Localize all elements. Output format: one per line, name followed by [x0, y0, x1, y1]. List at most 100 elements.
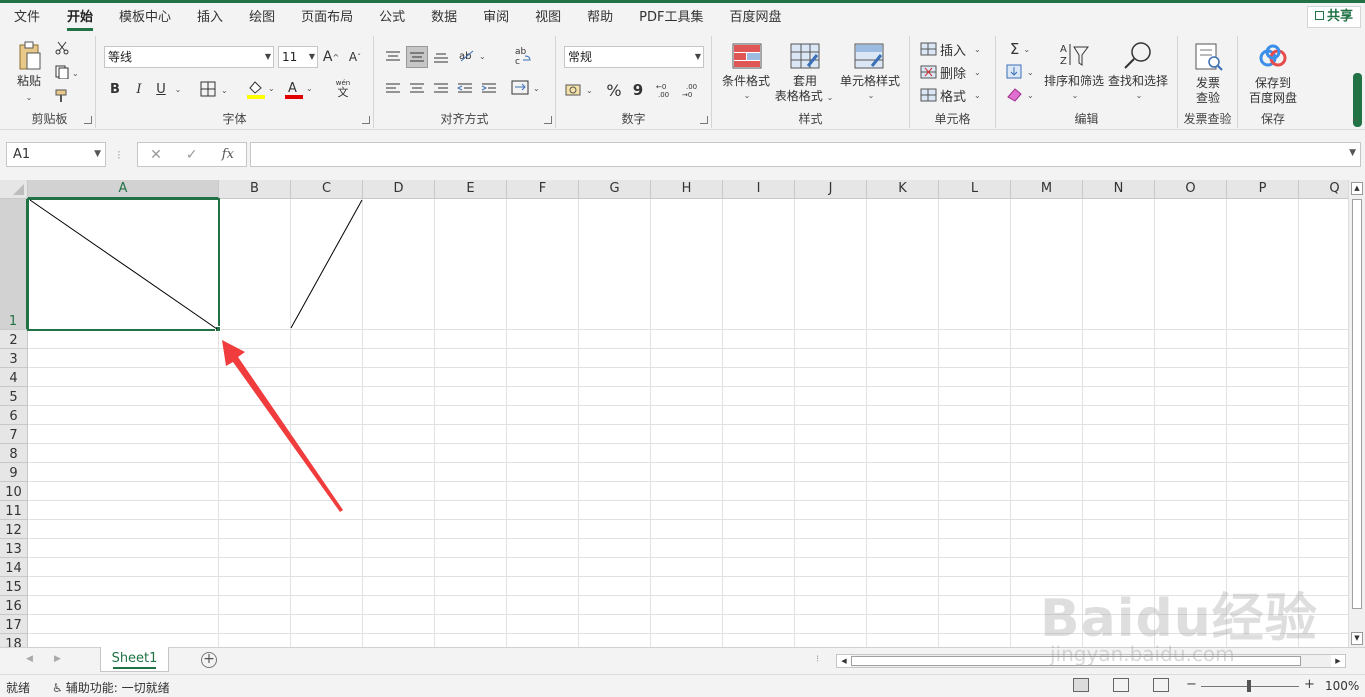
- alignment-launcher[interactable]: [544, 116, 552, 124]
- scroll-left-icon[interactable]: ◀: [837, 655, 851, 667]
- cut-icon[interactable]: [54, 40, 70, 56]
- table-format-label-1[interactable]: 套用: [778, 74, 832, 89]
- middle-align-icon[interactable]: [406, 46, 428, 68]
- fill-icon[interactable]: ⌄: [1006, 63, 1036, 81]
- font-name-combo[interactable]: 等线 ▼: [104, 46, 274, 68]
- save-to-baidu-label-1[interactable]: 保存到: [1238, 76, 1308, 91]
- ribbon-tab[interactable]: 插入: [184, 3, 236, 33]
- invoice-label-1[interactable]: 发票: [1178, 76, 1238, 91]
- ribbon-tab[interactable]: PDF工具集: [626, 3, 716, 33]
- name-box[interactable]: A1 ▼: [6, 142, 106, 167]
- underline-dropdown[interactable]: ⌄: [174, 82, 182, 96]
- percent-button[interactable]: %: [604, 80, 624, 100]
- add-sheet-icon[interactable]: +: [201, 652, 217, 668]
- formula-input[interactable]: ▼: [250, 142, 1361, 167]
- scroll-right-icon[interactable]: ▶: [1331, 655, 1345, 667]
- ribbon-tab[interactable]: 模板中心: [106, 3, 184, 33]
- clear-icon[interactable]: ⌄: [1006, 86, 1036, 104]
- underline-button[interactable]: U: [154, 80, 168, 98]
- horizontal-scroll-thumb[interactable]: [851, 656, 1301, 666]
- decrease-indent-icon[interactable]: [456, 80, 474, 98]
- ribbon-tab[interactable]: 百度网盘: [717, 3, 795, 33]
- wrap-text-icon[interactable]: ab c: [512, 44, 532, 66]
- paste-dropdown-caret[interactable]: ⌄: [24, 90, 34, 105]
- number-format-combo[interactable]: 常规 ▼: [564, 46, 704, 68]
- baidu-cloud-icon[interactable]: [1256, 42, 1290, 72]
- find-select-caret[interactable]: ⌄: [1134, 88, 1144, 103]
- shrink-font-button[interactable]: Aˇ: [346, 48, 364, 66]
- conditional-format-label[interactable]: 条件格式: [718, 74, 774, 89]
- ribbon-tab[interactable]: 帮助: [574, 3, 626, 33]
- share-button[interactable]: 共享: [1307, 6, 1361, 28]
- ribbon-tab[interactable]: 绘图: [236, 3, 288, 33]
- scroll-down-icon[interactable]: ▼: [1351, 632, 1363, 645]
- diagonal-line-c1[interactable]: [290, 199, 363, 329]
- copy-icon[interactable]: ⌄: [54, 64, 80, 80]
- format-painter-icon[interactable]: [54, 88, 70, 104]
- cancel-icon[interactable]: ✕: [150, 147, 162, 163]
- ribbon-tab[interactable]: 文件: [0, 3, 54, 33]
- zoom-out-button[interactable]: −: [1186, 677, 1197, 692]
- paste-button-label[interactable]: 粘贴: [12, 74, 46, 89]
- ribbon-tab[interactable]: 审阅: [470, 3, 522, 33]
- align-right-icon[interactable]: [432, 80, 450, 98]
- delete-cells-button[interactable]: 删除 ⌄: [920, 63, 990, 82]
- orientation-icon[interactable]: ab ⌄: [456, 46, 488, 66]
- autosum-button[interactable]: Σ ⌄: [1006, 40, 1034, 58]
- diagonal-line-a1[interactable]: [29, 199, 218, 330]
- sort-filter-caret[interactable]: ⌄: [1070, 88, 1080, 103]
- bottom-align-icon[interactable]: [432, 48, 450, 66]
- prev-sheet-icon[interactable]: ◀: [26, 654, 33, 664]
- expand-formula-icon[interactable]: ▼: [1349, 148, 1356, 158]
- cell-style-icon[interactable]: [854, 42, 884, 70]
- next-sheet-icon[interactable]: ▶: [54, 654, 61, 664]
- align-center-icon[interactable]: [408, 80, 426, 98]
- ribbon-tab[interactable]: 视图: [522, 3, 574, 33]
- scroll-up-icon[interactable]: ▲: [1351, 182, 1363, 195]
- number-launcher[interactable]: [700, 116, 708, 124]
- ribbon-tab[interactable]: 数据: [418, 3, 470, 33]
- page-layout-icon[interactable]: [1113, 678, 1129, 692]
- increase-indent-icon[interactable]: [480, 80, 498, 98]
- zoom-level[interactable]: 100%: [1325, 679, 1359, 693]
- sort-filter-icon[interactable]: AZ: [1056, 40, 1090, 70]
- cell-style-caret[interactable]: ⌄: [866, 88, 876, 103]
- collapse-ribbon-icon[interactable]: ⌃: [1351, 118, 1359, 129]
- sort-filter-label[interactable]: 排序和筛选: [1042, 74, 1106, 89]
- cell-style-label[interactable]: 单元格样式: [838, 74, 902, 89]
- currency-icon[interactable]: ⌄: [564, 80, 596, 100]
- phonetic-button[interactable]: wén 文: [328, 76, 358, 100]
- sheet-tab[interactable]: Sheet1: [100, 647, 169, 672]
- top-align-icon[interactable]: [384, 48, 402, 66]
- clipboard-launcher[interactable]: [84, 116, 92, 124]
- grow-font-button[interactable]: A ^: [322, 48, 340, 66]
- fill-color-icon[interactable]: ⌄: [246, 78, 276, 100]
- decrease-decimal-icon[interactable]: .00 →0: [682, 80, 702, 100]
- find-select-label[interactable]: 查找和选择: [1106, 74, 1170, 89]
- bold-button[interactable]: B: [108, 80, 122, 98]
- table-format-label-2[interactable]: 表格格式 ⌄: [770, 89, 838, 105]
- invoice-label-2[interactable]: 查验: [1178, 91, 1238, 106]
- zoom-slider-thumb[interactable]: [1247, 680, 1251, 692]
- font-launcher[interactable]: [362, 116, 370, 124]
- conditional-format-icon[interactable]: [732, 42, 762, 70]
- italic-button[interactable]: I: [132, 80, 146, 98]
- split-handle[interactable]: ⁝: [816, 654, 819, 665]
- format-cells-button[interactable]: 格式 ⌄: [920, 86, 990, 105]
- invoice-icon[interactable]: [1192, 42, 1224, 72]
- table-format-icon[interactable]: [790, 42, 820, 70]
- merge-icon[interactable]: ⌄: [510, 78, 542, 98]
- align-left-icon[interactable]: [384, 80, 402, 98]
- save-to-baidu-label-2[interactable]: 百度网盘: [1238, 91, 1308, 106]
- find-icon[interactable]: [1122, 40, 1154, 70]
- accessibility-status[interactable]: ♿ 辅助功能: 一切就绪: [52, 679, 170, 696]
- insert-cells-button[interactable]: 插入 ⌄: [920, 40, 990, 59]
- font-size-combo[interactable]: 11 ▼: [278, 46, 318, 68]
- font-color-icon[interactable]: A ⌄: [284, 78, 314, 100]
- zoom-in-button[interactable]: +: [1304, 677, 1315, 692]
- ribbon-tab[interactable]: 公式: [366, 3, 418, 33]
- insert-function-icon[interactable]: fx: [222, 147, 234, 162]
- increase-decimal-icon[interactable]: ←0.00: [656, 80, 676, 100]
- paste-icon[interactable]: [14, 40, 44, 72]
- enter-icon[interactable]: ✓: [186, 147, 198, 163]
